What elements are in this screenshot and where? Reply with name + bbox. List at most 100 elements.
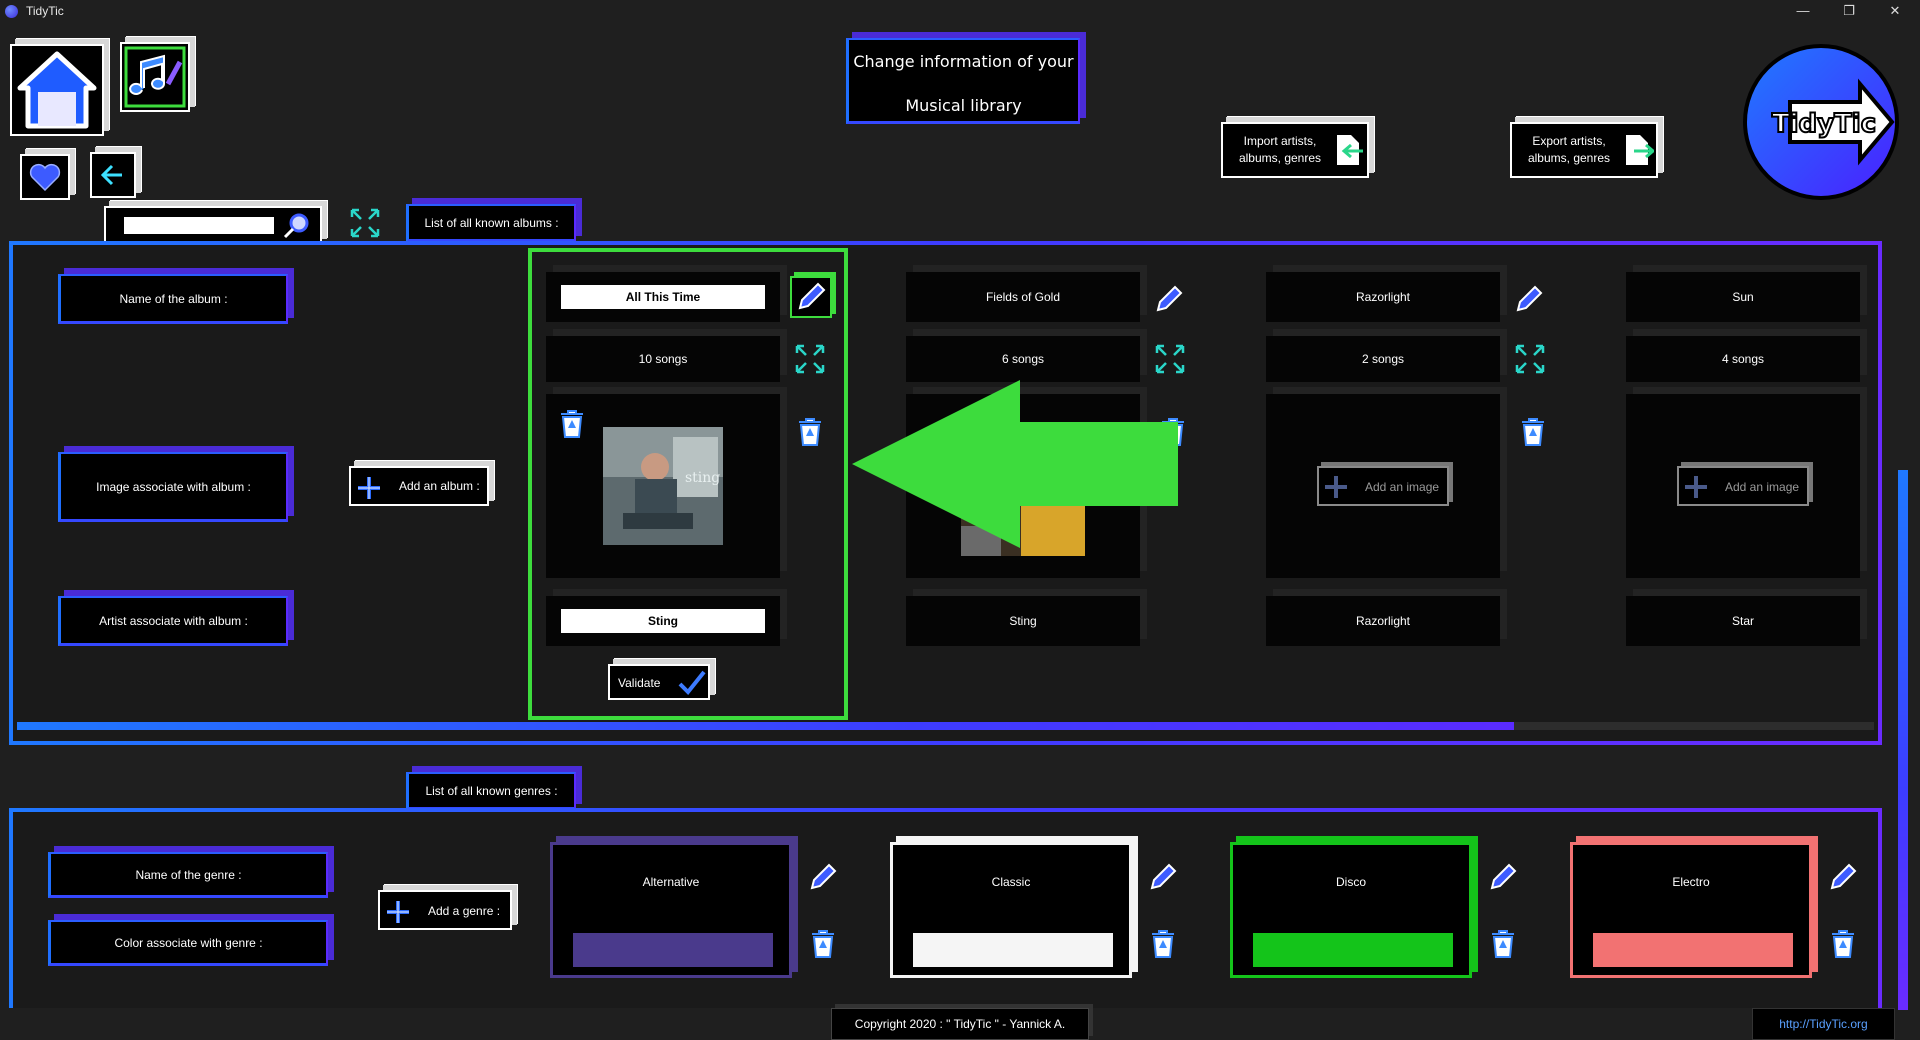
genre-color-label: Color associate with genre : [48,920,328,966]
window-title: TidyTic [26,4,64,18]
album-name-field: Fields of Gold [906,272,1140,322]
trash-icon[interactable] [557,408,587,440]
album-name-field [546,272,780,322]
checkmark-icon [678,670,706,695]
album-artist-field: Razorlight [1266,596,1500,646]
pencil-icon[interactable] [1486,860,1520,894]
arrow-left-icon [100,164,122,186]
plus-icon [358,477,380,499]
album-name-field: Sun [1626,272,1860,322]
export-file-icon [1626,135,1654,165]
add-genre-button[interactable]: Add a genre : [378,890,512,930]
album-edit-button[interactable] [790,276,832,318]
album-artist-field: Sting [906,596,1140,646]
pencil-icon[interactable] [1146,860,1180,894]
trash-icon[interactable] [795,416,825,448]
album-songs-count: 4 songs [1626,336,1860,382]
music-note-edit-icon [124,46,186,108]
add-album-label: Add an album : [399,479,480,493]
tab-albums[interactable]: List of all known albums : [406,204,576,242]
import-button[interactable]: Import artists, albums, genres [1221,122,1369,178]
add-image-button[interactable]: Add an image [1677,466,1809,506]
add-image-button[interactable]: Add an image [1317,466,1449,506]
pencil-icon[interactable] [1512,282,1546,316]
pencil-icon[interactable] [1152,282,1186,316]
add-genre-label: Add a genre : [428,904,501,918]
expand-arrows-icon[interactable] [793,342,827,376]
page-vertical-scrollbar[interactable] [1898,470,1908,1010]
music-library-button[interactable] [120,42,190,112]
pencil-icon[interactable] [1826,860,1860,894]
genre-color-swatch [1253,933,1453,967]
window-titlebar: TidyTic — ❐ ✕ [0,0,1920,23]
trash-icon[interactable] [1148,928,1178,960]
minimize-button[interactable]: — [1780,0,1826,23]
favorites-button[interactable] [20,154,70,200]
genre-color-swatch [1593,933,1793,967]
footer-copyright: Copyright 2020 : " TidyTic " - Yannick A… [831,1008,1089,1040]
album-name-field: Razorlight [1266,272,1500,322]
album-name-input[interactable] [561,285,765,309]
back-button[interactable] [90,152,136,198]
genre-card-alternative[interactable]: Alternative [550,842,792,978]
pencil-icon[interactable] [806,860,840,894]
plus-icon [1685,476,1707,498]
genre-name: Electro [1672,875,1710,889]
import-label-line1: Import artists, [1243,134,1317,148]
album-artist-field: Star [1626,596,1860,646]
genre-name: Disco [1335,875,1366,889]
genre-name-label: Name of the genre : [48,852,328,898]
expand-arrows-icon[interactable] [348,206,382,240]
genre-color-swatch [573,933,773,967]
tab-genres[interactable]: List of all known genres : [406,772,576,810]
pencil-icon [798,282,826,310]
genre-card-disco[interactable]: Disco [1230,842,1472,978]
home-button[interactable] [10,44,104,136]
expand-arrows-icon[interactable] [1153,342,1187,376]
logo-badge: TidyTic [1743,44,1899,200]
export-button[interactable]: Export artists, albums, genres [1510,122,1658,178]
import-file-icon [1337,135,1363,165]
page-title: Change information of your Musical libra… [846,38,1080,124]
search-icon[interactable] [282,212,312,240]
album-image-label: Image associate with album : [58,452,288,522]
genre-name: Alternative [642,875,700,889]
annotation-arrow-icon [852,380,1178,548]
trash-icon[interactable] [1488,928,1518,960]
genre-name: Classic [991,875,1031,889]
footer-website-link[interactable]: http://TidyTic.org [1752,1008,1895,1040]
album-artist-field [546,596,780,646]
trash-icon[interactable] [808,928,838,960]
export-label-line2: albums, genres [1527,151,1611,165]
home-icon [17,51,97,129]
plus-icon [1325,476,1347,498]
genre-card-electro[interactable]: Electro [1570,842,1812,978]
album-image-box: Add an image [1266,394,1500,578]
plus-icon [387,901,409,923]
app-icon [5,5,18,18]
svg-text:sting: sting [685,470,720,486]
heart-icon [29,163,61,192]
validate-label: Validate [618,676,661,690]
page-title-line2: Musical library [905,96,1022,115]
expand-arrows-icon[interactable] [1513,342,1547,376]
album-image-box: Add an image [1626,394,1860,578]
logo-text: TidyTic [1772,109,1876,139]
search-box[interactable] [104,206,322,244]
trash-icon[interactable] [1518,416,1548,448]
album-songs-count: 10 songs [546,336,780,382]
album-artist-label: Artist associate with album : [58,596,288,646]
trash-icon[interactable] [1828,928,1858,960]
validate-button[interactable]: Validate [608,664,710,700]
close-button[interactable]: ✕ [1872,0,1918,23]
genre-card-classic[interactable]: Classic [890,842,1132,978]
import-label-line2: albums, genres [1238,151,1322,165]
album-name-label: Name of the album : [58,274,288,324]
restore-button[interactable]: ❐ [1826,0,1872,23]
album-songs-count: 6 songs [906,336,1140,382]
add-album-button[interactable]: Add an album : [349,466,489,506]
search-input[interactable] [124,217,274,234]
page-title-line1: Change information of your [853,52,1074,71]
albums-scroll-thumb[interactable] [17,722,1514,730]
album-artist-input[interactable] [561,609,765,633]
